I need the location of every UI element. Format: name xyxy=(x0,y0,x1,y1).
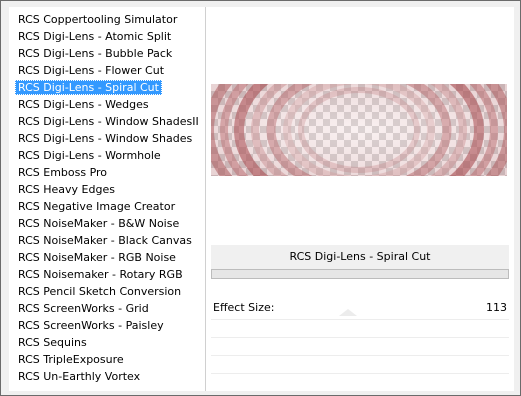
filter-list-item[interactable]: RCS Digi-Lens - Spiral Cut xyxy=(15,80,162,95)
row-divider xyxy=(211,355,509,356)
effect-preview xyxy=(211,84,507,176)
row-divider xyxy=(211,337,509,338)
filter-list-item[interactable]: RCS Negative Image Creator xyxy=(15,199,178,214)
filter-list-item[interactable]: RCS ScreenWorks - Paisley xyxy=(15,318,167,333)
filter-list-item[interactable]: RCS Coppertooling Simulator xyxy=(15,12,180,27)
filter-list-item[interactable]: RCS NoiseMaker - B&W Noise xyxy=(15,216,182,231)
filter-list-item[interactable]: RCS Un-Earthly Vortex xyxy=(15,369,143,384)
filter-list-item[interactable]: RCS Sequins xyxy=(15,335,90,350)
filter-list[interactable]: RCS Coppertooling Simulator RCS Digi-Lens… xyxy=(9,7,206,391)
preview-progress-bar xyxy=(211,269,509,279)
filter-list-item[interactable]: RCS TripleExposure xyxy=(15,352,127,367)
filter-list-item[interactable]: RCS Digi-Lens - Bubble Pack xyxy=(15,46,175,61)
filter-list-item[interactable]: RCS Digi-Lens - Wormhole xyxy=(15,148,164,163)
row-divider xyxy=(211,373,509,374)
filter-list-item[interactable]: RCS Noisemaker - Rotary RGB xyxy=(15,267,186,282)
effect-title: RCS Digi-Lens - Spiral Cut xyxy=(211,245,509,269)
filter-list-item[interactable]: RCS Digi-Lens - Atomic Split xyxy=(15,29,174,44)
param-label: Effect Size: xyxy=(213,301,275,314)
spiral-cut-preview-icon xyxy=(211,84,507,176)
filter-list-item[interactable]: RCS Digi-Lens - Window ShadesII xyxy=(15,114,202,129)
filter-list-item[interactable]: RCS Digi-Lens - Window Shades xyxy=(15,131,195,146)
filter-list-item[interactable]: RCS Digi-Lens - Wedges xyxy=(15,97,152,112)
effect-panel: RCS Digi-Lens - Spiral Cut Effect Size: … xyxy=(206,7,514,391)
param-effect-size[interactable]: Effect Size: 113 xyxy=(211,299,509,317)
param-value[interactable]: 113 xyxy=(486,299,507,317)
filter-dialog: RCS Coppertooling Simulator RCS Digi-Lens… xyxy=(0,0,521,396)
filter-list-item[interactable]: RCS Pencil Sketch Conversion xyxy=(15,284,184,299)
filter-list-item[interactable]: RCS Heavy Edges xyxy=(15,182,118,197)
filter-list-item[interactable]: RCS Digi-Lens - Flower Cut xyxy=(15,63,167,78)
filter-list-item[interactable]: RCS NoiseMaker - Black Canvas xyxy=(15,233,195,248)
filter-list-item[interactable]: RCS ScreenWorks - Grid xyxy=(15,301,152,316)
parameter-area: Effect Size: 113 xyxy=(211,279,509,387)
row-divider xyxy=(211,319,509,320)
filter-list-item[interactable]: RCS NoiseMaker - RGB Noise xyxy=(15,250,179,265)
filter-list-item[interactable]: RCS Emboss Pro xyxy=(15,165,110,180)
